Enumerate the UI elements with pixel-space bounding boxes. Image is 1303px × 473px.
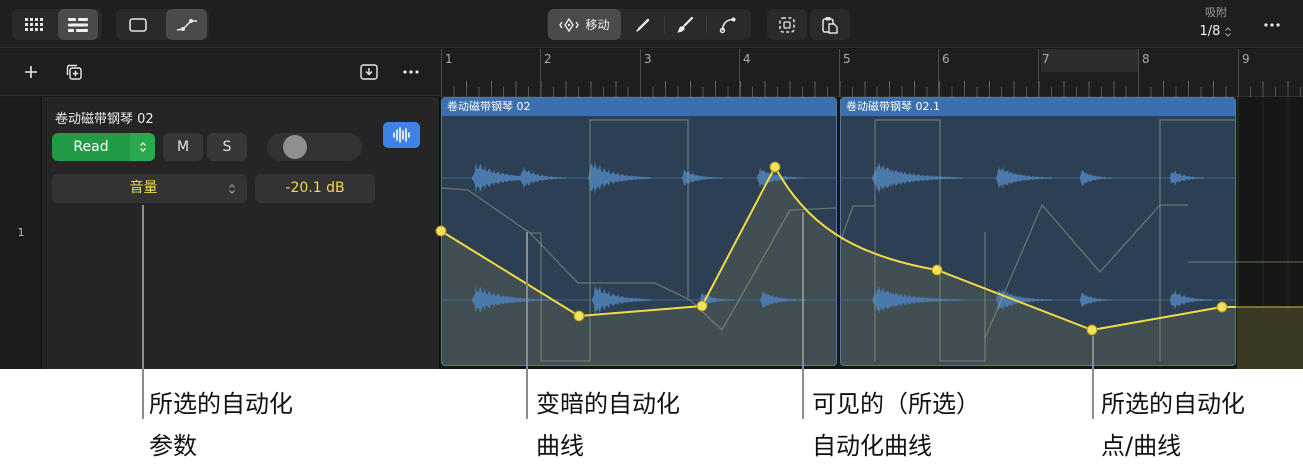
callout-selected-points: 所选的自动化 点/曲线	[1101, 383, 1245, 467]
audio-region[interactable]: 卷动磁带钢琴 02.1	[840, 97, 1236, 366]
main-toolbar: 移动 吸附 1/8	[0, 0, 1303, 48]
duplicate-track-icon	[66, 64, 82, 80]
cycle-area[interactable]	[1041, 49, 1138, 72]
bar-number: 9	[1242, 52, 1250, 66]
bar-number: 2	[544, 52, 552, 66]
waveform-icon	[392, 127, 410, 143]
bar-number: 1	[445, 52, 453, 66]
parameter-value-field[interactable]: -20.1 dB	[255, 174, 375, 203]
bar-line	[640, 49, 641, 97]
move-tool-label: 移动	[585, 18, 610, 32]
bar-line	[739, 49, 740, 97]
chevron-up-down-icon	[139, 142, 146, 152]
automation-parameter-dropdown[interactable]: 音量	[52, 174, 247, 203]
daw-window: 移动 吸附 1/8 1 2 3 4 5 6 7 8 9 1 卷动磁带钢琴 02 …	[0, 0, 1303, 369]
callout-leader-line	[142, 205, 144, 419]
paste-button[interactable]	[810, 9, 850, 40]
solo-button[interactable]: S	[207, 133, 247, 161]
region-name[interactable]: 卷动磁带钢琴 02	[442, 98, 836, 116]
callout-text: 参数	[149, 432, 197, 460]
bar-number: 4	[743, 52, 751, 66]
audio-region[interactable]: 卷动磁带钢琴 02	[441, 97, 837, 366]
callout-dimmed-curve: 变暗的自动化 曲线	[536, 383, 680, 467]
tracks-view-icon	[68, 17, 88, 32]
mute-button[interactable]: M	[163, 133, 203, 161]
bar-line	[540, 49, 541, 97]
callout-text: 变暗的自动化	[536, 390, 680, 418]
track-number: 1	[17, 226, 25, 239]
callout-text: 所选的自动化	[1101, 390, 1245, 418]
grid-view-icon	[25, 18, 43, 31]
slider-thumb[interactable]	[283, 135, 307, 159]
bar-line	[839, 49, 840, 97]
marquee-select-icon	[779, 16, 795, 33]
track-knob-slider[interactable]	[267, 133, 362, 161]
automation-button[interactable]	[166, 9, 207, 40]
bar-line	[1238, 49, 1239, 97]
callout-leader-line	[526, 232, 528, 419]
automation-fill-outside	[1237, 307, 1303, 369]
track-header[interactable]: 卷动磁带钢琴 02 Read M S 音量 -20.1 dB	[42, 97, 440, 369]
brush-tool-icon	[677, 16, 694, 32]
paste-icon	[822, 16, 838, 34]
region-name[interactable]: 卷动磁带钢琴 02.1	[841, 98, 1235, 116]
bar-line	[1138, 49, 1139, 97]
track-number-column: 1	[0, 97, 42, 369]
duplicate-track-button[interactable]	[59, 58, 89, 86]
callout-leader-line	[802, 212, 804, 419]
track-name[interactable]: 卷动磁带钢琴 02	[55, 108, 154, 127]
chevron-up-down-icon	[229, 184, 235, 194]
bar-line	[441, 49, 442, 97]
automation-mode-label: Read	[73, 139, 109, 155]
bar-number: 5	[843, 52, 851, 66]
ruler-division-ticks	[440, 87, 1303, 97]
add-track-button[interactable]	[16, 58, 46, 86]
track-list-more-button[interactable]	[396, 58, 426, 86]
pencil-tool-button[interactable]	[622, 9, 664, 40]
callout-selected-parameter: 所选的自动化 参数	[149, 383, 293, 467]
import-tray-icon	[360, 64, 378, 80]
pencil-tool-icon	[636, 18, 650, 32]
import-button[interactable]	[354, 58, 384, 86]
plus-icon	[25, 66, 37, 78]
toolbar-more-button[interactable]	[1256, 9, 1288, 40]
more-icon	[403, 70, 419, 74]
callout-leader-line	[1092, 336, 1094, 419]
snap-value: 1/8	[1199, 24, 1221, 39]
bar-number: 7	[1042, 52, 1050, 66]
automation-waveform-button[interactable]	[383, 122, 420, 148]
region-view-button[interactable]	[118, 9, 158, 40]
tracks-view-button[interactable]	[58, 9, 98, 40]
bar-number: 3	[644, 52, 652, 66]
snap-control[interactable]: 吸附 1/8	[1188, 6, 1244, 42]
brush-tool-button[interactable]	[664, 9, 706, 40]
track-list-header	[0, 49, 440, 96]
callout-text: 点/曲线	[1101, 432, 1182, 460]
grid-view-button[interactable]	[14, 9, 54, 40]
bar-line	[938, 49, 939, 97]
move-tool-button[interactable]: 移动	[548, 9, 621, 40]
marquee-select-button[interactable]	[767, 9, 807, 40]
automation-mode-button[interactable]: Read	[52, 133, 155, 161]
automation-parameter-label: 音量	[129, 180, 158, 196]
callout-text: 自动化曲线	[812, 432, 932, 460]
more-icon	[1264, 22, 1280, 27]
automation-icon	[176, 18, 197, 31]
callout-text: 曲线	[536, 432, 584, 460]
callout-text: 所选的自动化	[149, 390, 293, 418]
bar-number: 8	[1142, 52, 1150, 66]
snap-value-row: 1/8	[1188, 24, 1244, 39]
callout-text: 可见的（所选）	[812, 390, 980, 418]
bar-line	[1038, 49, 1039, 97]
timeline-ruler[interactable]: 1 2 3 4 5 6 7 8 9	[440, 49, 1303, 97]
callout-visible-curve: 可见的（所选） 自动化曲线	[812, 383, 980, 467]
automation-mode-chevron	[130, 133, 155, 161]
move-tool-icon	[559, 17, 580, 32]
snap-label: 吸附	[1205, 6, 1227, 19]
curve-tool-button[interactable]	[706, 9, 750, 40]
bar-number: 6	[942, 52, 950, 66]
chevron-up-down-icon	[1225, 26, 1232, 37]
curve-tool-icon	[719, 17, 736, 33]
region-view-icon	[129, 17, 147, 32]
